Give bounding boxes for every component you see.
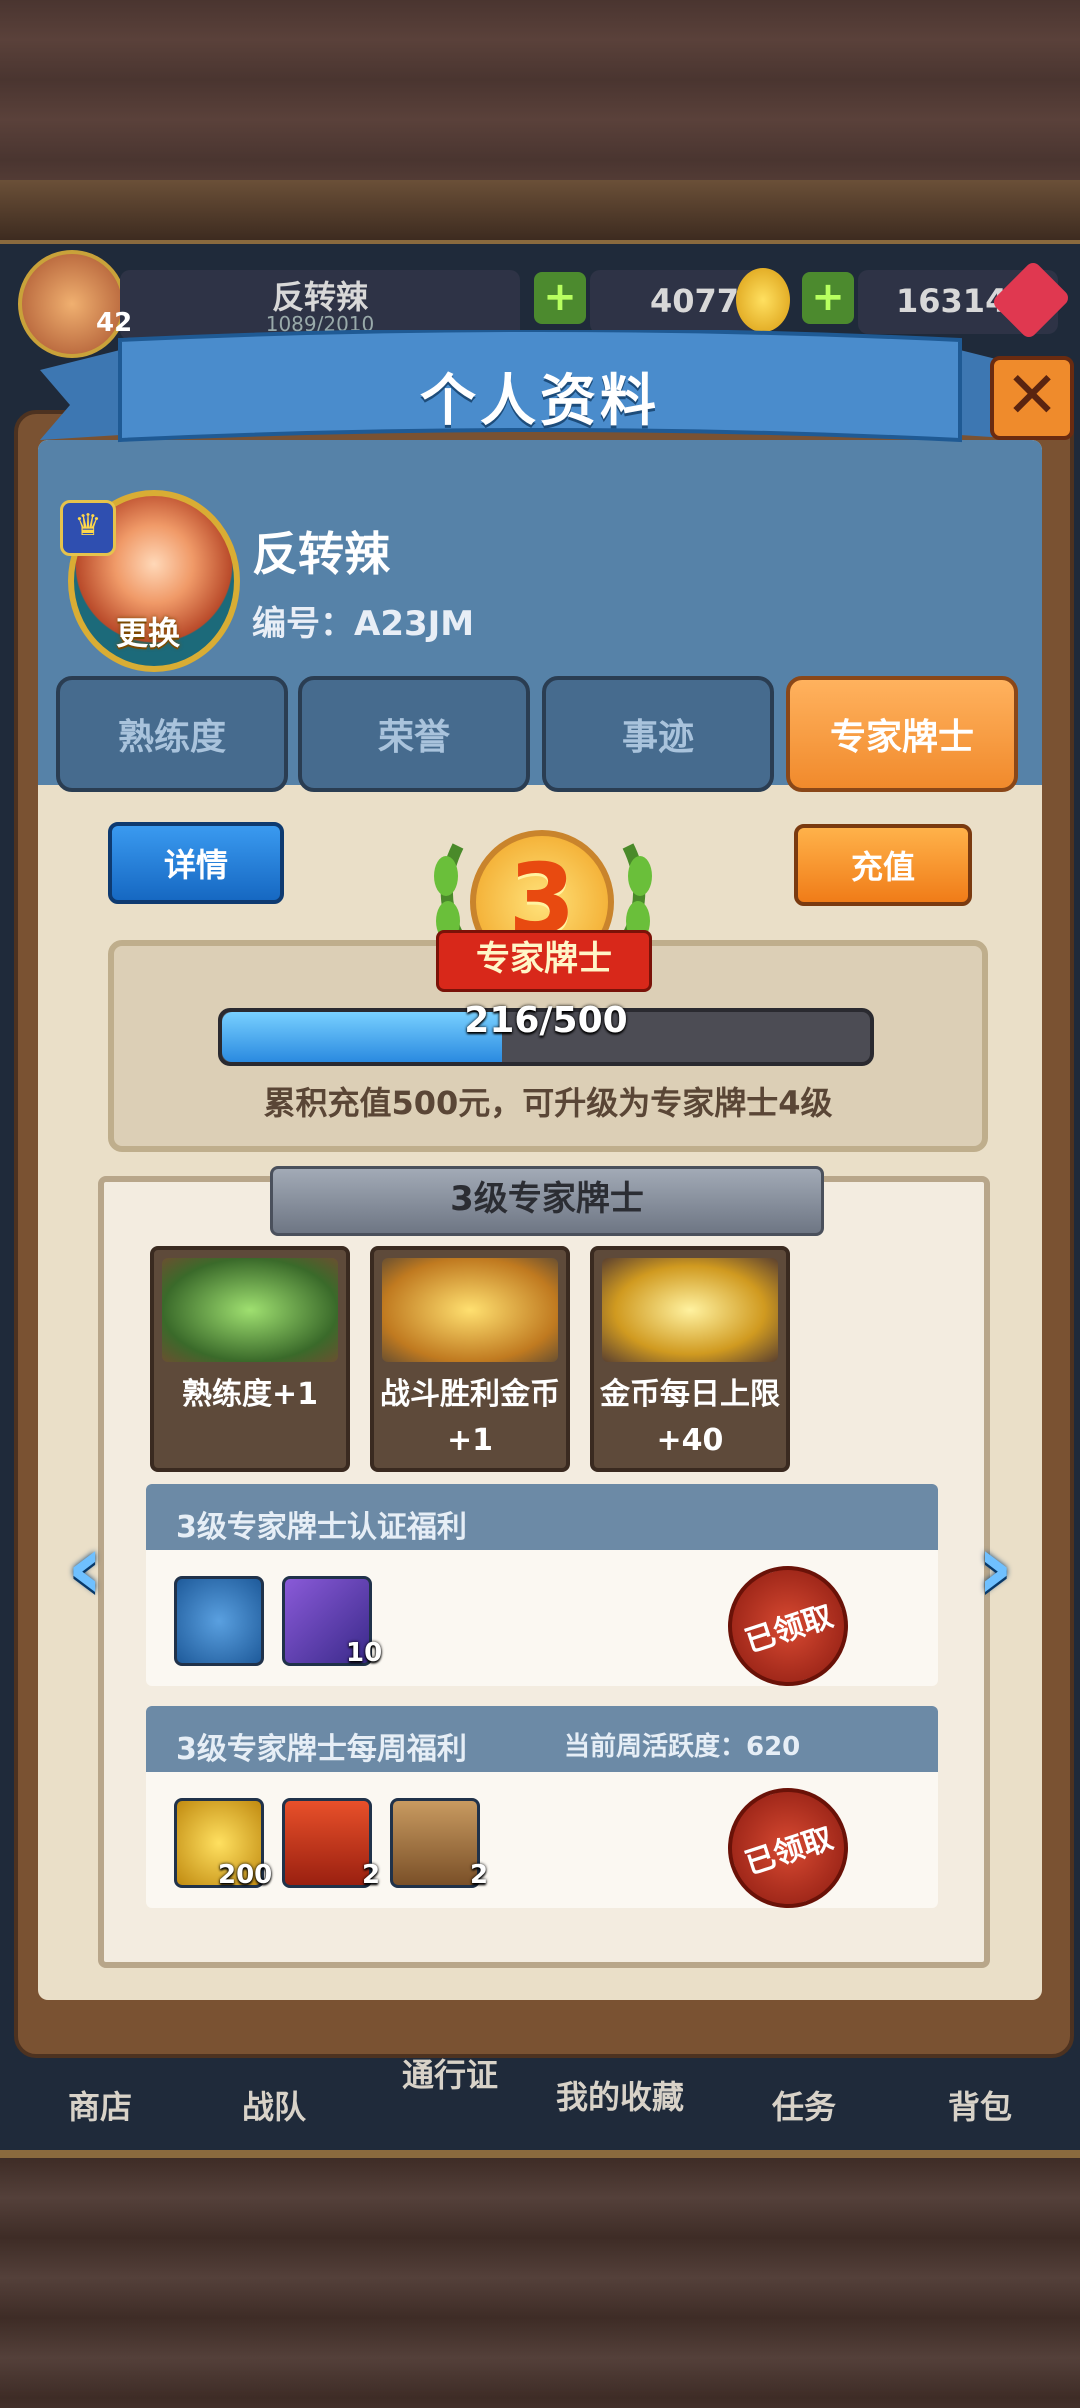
dragon-avatar-icon[interactable] (174, 1576, 264, 1666)
nav-shop[interactable]: 商店 (40, 2082, 160, 2128)
card-bag-icon[interactable] (390, 1798, 480, 1888)
bag-count: 2 (470, 1860, 489, 1890)
perk-card: 金币每日上限+40 (590, 1246, 790, 1472)
nav-collection[interactable]: 我的收藏 (530, 2072, 710, 2118)
level-panel-title: 3级专家牌士 (270, 1166, 824, 1236)
tab-expert[interactable]: 专家牌士 (786, 676, 1018, 792)
tab-proficiency[interactable]: 熟练度 (56, 676, 288, 792)
close-button[interactable]: ✕ (990, 356, 1074, 440)
progress-text: 216/500 (464, 1000, 628, 1041)
perk-card: 战斗胜利金币+1 (370, 1246, 570, 1472)
weekly-activity: 当前周活跃度：620 (564, 1732, 801, 1762)
perk-label: 战斗胜利金币+1 (380, 1377, 560, 1458)
crown-icon: ♛ (60, 500, 116, 556)
expert-badge-label: 专家牌士 (436, 930, 652, 992)
chest-count: 2 (362, 1860, 381, 1890)
weekly-title: 3级专家牌士每周福利 (176, 1732, 467, 1767)
player-id: 编号：A23JM (252, 604, 475, 644)
top-wood-bar (0, 180, 1080, 244)
hud-coins: 4077 (650, 282, 740, 320)
certification-title: 3级专家牌士认证福利 (176, 1510, 467, 1545)
nav-tasks[interactable]: 任务 (744, 2082, 864, 2128)
modal-title: 个人资料 (420, 369, 660, 434)
tab-deeds[interactable]: 事迹 (542, 676, 774, 792)
prev-level-arrow[interactable]: ‹ (60, 1520, 110, 1620)
detail-button[interactable]: 详情 (108, 822, 284, 904)
add-coins-button[interactable]: + (534, 272, 586, 324)
perk-label: 熟练度+1 (181, 1377, 318, 1412)
nav-team[interactable]: 战队 (214, 2082, 334, 2128)
close-icon: ✕ (1005, 359, 1059, 433)
gold-coin-icon (736, 268, 790, 332)
perk-label: 金币每日上限+40 (600, 1377, 780, 1458)
add-gems-button[interactable]: + (802, 272, 854, 324)
next-level-arrow[interactable]: › (970, 1520, 1020, 1620)
card-pack-count: 10 (346, 1638, 383, 1668)
nav-pass[interactable]: 通行证 (380, 2050, 520, 2096)
hud-gems: 16314 (896, 282, 1008, 320)
perk-card: 熟练度+1 (150, 1246, 350, 1472)
coin-count: 200 (218, 1860, 273, 1890)
treasure-chest-icon[interactable] (282, 1798, 372, 1888)
proficiency-up-icon (162, 1258, 338, 1362)
player-name: 反转辣 (252, 527, 390, 581)
tab-honor[interactable]: 荣誉 (298, 676, 530, 792)
change-avatar-button[interactable]: 更换 (88, 608, 208, 654)
recharge-button[interactable]: 充值 (794, 824, 972, 906)
bottom-wood-background (0, 2150, 1080, 2408)
gold-chest-icon (602, 1258, 778, 1362)
victory-coin-icon (382, 1258, 558, 1362)
nav-backpack[interactable]: 背包 (920, 2082, 1040, 2128)
upgrade-hint: 累积充值500元，可升级为专家牌士4级 (263, 1084, 833, 1122)
